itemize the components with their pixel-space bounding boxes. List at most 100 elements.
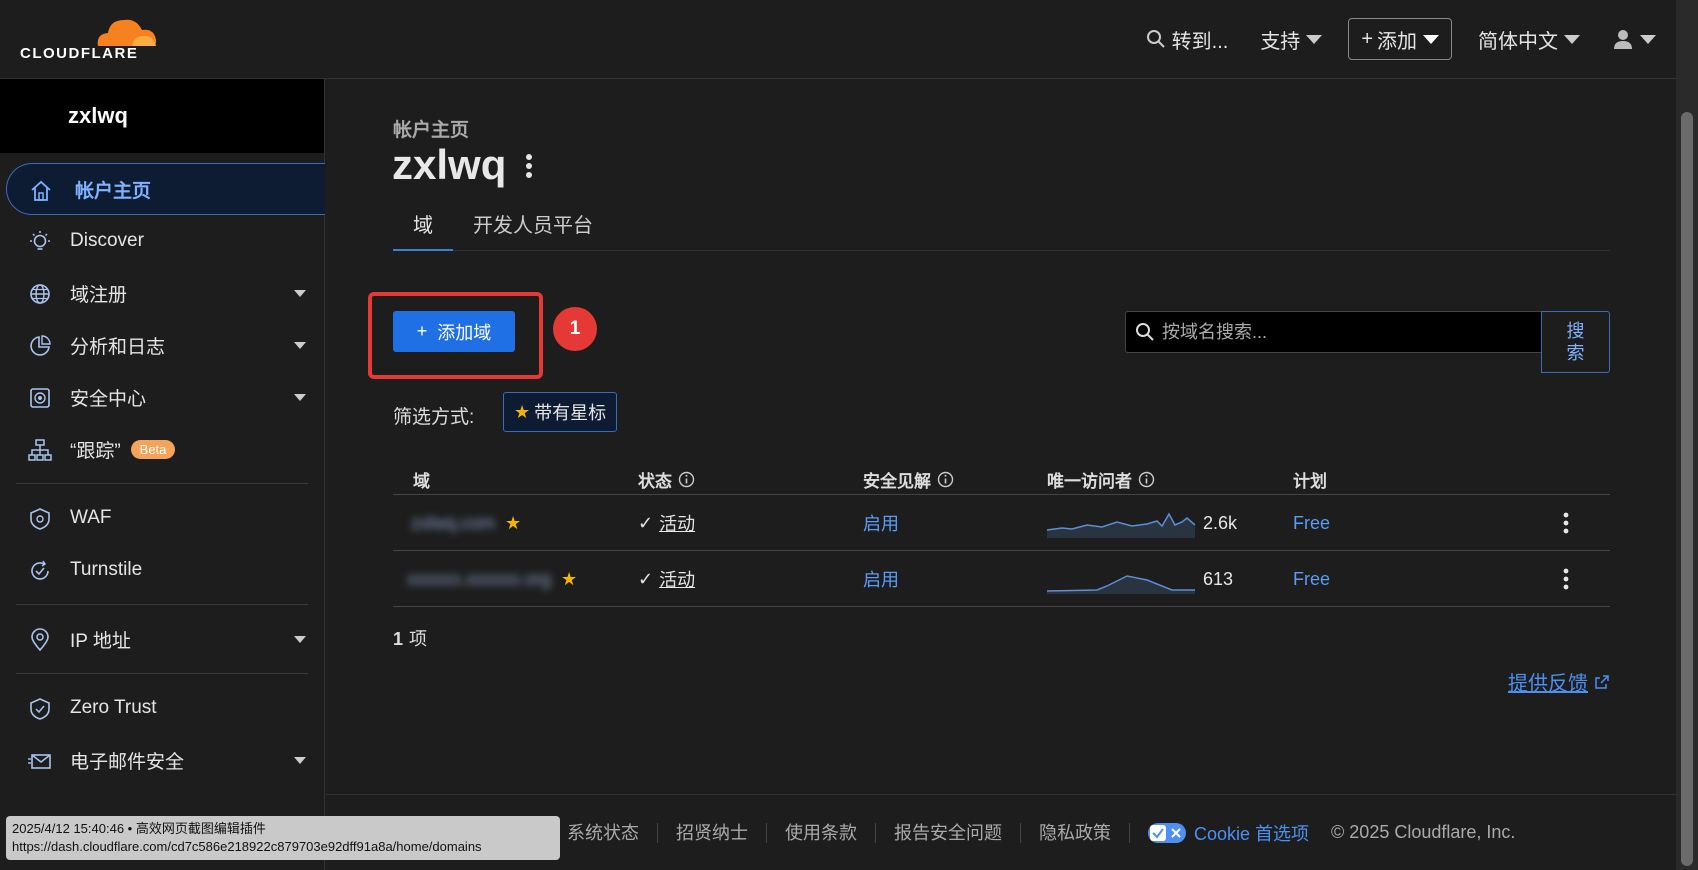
header-label: 状态 (638, 472, 672, 491)
divider (16, 483, 308, 484)
domain-name[interactable]: xxxxxx.xxxxxx.org (407, 569, 551, 590)
sidebar-item-label: IP 地址 (70, 630, 131, 652)
column-header-plan: 计划 (1293, 467, 1327, 492)
sidebar-item-zero-trust[interactable]: Zero Trust (0, 682, 324, 734)
result-count-number: 1 (393, 629, 404, 649)
scrollbar-thumb[interactable] (1681, 112, 1693, 866)
sidebar-item-domain-registration[interactable]: 域注册 (0, 267, 324, 319)
more-options-icon (1563, 512, 1569, 534)
sidebar: zxlwq 帐户主页 Discover 域注册 分析和日志 安全中心 “跟踪” (0, 79, 325, 870)
row-actions[interactable] (1563, 495, 1569, 551)
add-label: 添加 (1377, 30, 1417, 53)
goto-button[interactable]: 转到... (1130, 18, 1245, 60)
header-label: 域 (413, 472, 430, 491)
star-icon[interactable]: ★ (561, 569, 577, 590)
sidebar-item-label: 域注册 (70, 284, 128, 306)
add-domain-label: 添加域 (437, 322, 492, 343)
row-actions[interactable] (1563, 551, 1569, 607)
sidebar-item-label: 分析和日志 (70, 336, 166, 358)
plan-link[interactable]: Free (1293, 495, 1330, 551)
plan-link[interactable]: Free (1293, 551, 1330, 607)
status-text[interactable]: 活动 (659, 566, 695, 592)
page-scrollbar[interactable] (1676, 0, 1698, 870)
waf-shield-icon (30, 508, 50, 530)
sidebar-item-email-security[interactable]: 电子邮件安全 (0, 734, 324, 786)
more-options-icon[interactable] (525, 153, 533, 179)
support-menu[interactable]: 支持 (1244, 18, 1338, 60)
column-header-domain: 域 (413, 467, 430, 492)
sidebar-item-trace[interactable]: “跟踪” Beta (0, 423, 324, 475)
sidebar-item-turnstile[interactable]: Turnstile (0, 544, 324, 596)
search-button[interactable]: 搜索 (1541, 311, 1610, 373)
tab-domains[interactable]: 域 (393, 209, 453, 251)
star-icon: ★ (514, 401, 531, 422)
chevron-down-icon (294, 394, 306, 401)
breadcrumb[interactable]: 帐户主页 (393, 115, 469, 142)
user-menu[interactable] (1596, 18, 1672, 60)
sidebar-item-ip-addresses[interactable]: IP 地址 (0, 613, 324, 665)
info-icon[interactable] (937, 471, 954, 488)
caret-down-icon (1564, 34, 1580, 44)
footer-link-terms[interactable]: 使用条款 (767, 822, 876, 843)
result-count-unit: 项 (409, 629, 428, 649)
footer-link-system-status[interactable]: 系统状态 (549, 822, 658, 843)
sidebar-item-label: Zero Trust (70, 697, 157, 718)
brand-wordmark: CLOUDFLARE (20, 45, 139, 62)
sidebar-item-analytics-logs[interactable]: 分析和日志 (0, 319, 324, 371)
sidebar-item-waf[interactable]: WAF (0, 492, 324, 544)
cloudflare-logo[interactable]: CLOUDFLARE (20, 12, 157, 62)
table-row[interactable]: zxlwq.com ★ ✓ 活动 启用 2.6k Free (393, 495, 1610, 551)
footer-link-careers[interactable]: 招贤纳士 (658, 822, 767, 843)
sidebar-item-label: 电子邮件安全 (70, 751, 185, 773)
star-icon[interactable]: ★ (505, 513, 521, 534)
domain-name[interactable]: zxlwq.com (411, 513, 495, 534)
sidebar-item-account-home[interactable]: 帐户主页 (6, 163, 325, 215)
domain-search: 搜索 (1125, 311, 1610, 373)
starred-filter-chip[interactable]: ★ 带有星标 (503, 392, 618, 432)
result-count: 1项 (393, 625, 427, 651)
more-options-icon (1563, 568, 1569, 590)
add-menu-button[interactable]: + 添加 (1348, 18, 1452, 60)
domain-search-input[interactable] (1125, 311, 1543, 353)
chevron-down-icon (294, 636, 306, 643)
info-icon[interactable] (678, 471, 695, 488)
account-name: zxlwq (68, 103, 128, 128)
language-label: 简体中文 (1478, 30, 1558, 53)
sidebar-item-discover[interactable]: Discover (0, 215, 324, 267)
sidebar-item-security-center[interactable]: 安全中心 (0, 371, 324, 423)
footer-link-report-security[interactable]: 报告安全问题 (876, 822, 1021, 843)
feedback-link[interactable]: 提供反馈 (1508, 667, 1610, 696)
screenshot-tooltip: 2025/4/12 15:40:46 • 高效网页截图编辑插件 https://… (6, 816, 560, 860)
cookie-preferences-link[interactable]: Cookie 首选项 (1130, 820, 1327, 846)
cookie-toggle-icon (1148, 822, 1186, 843)
domains-table: 域 状态 安全见解 唯一访问者 计划 zxlwq.com ★ ✓ 活动 启用 2… (393, 459, 1610, 607)
chevron-down-icon (294, 342, 306, 349)
hierarchy-icon (28, 439, 52, 461)
header-label: 安全见解 (863, 472, 931, 491)
add-domain-button[interactable]: + 添加域 (393, 311, 515, 352)
sidebar-item-label: “跟踪” (70, 440, 121, 462)
home-icon (31, 180, 51, 201)
feedback-label: 提供反馈 (1508, 673, 1588, 695)
status-text[interactable]: 活动 (659, 510, 695, 536)
copyright: © 2025 Cloudflare, Inc. (1331, 822, 1516, 842)
security-insights-link[interactable]: 启用 (863, 551, 899, 607)
account-switcher[interactable]: zxlwq (0, 79, 324, 153)
visitors-sparkline (1047, 512, 1196, 538)
turnstile-icon (31, 560, 49, 580)
table-row[interactable]: xxxxxx.xxxxxx.org ★ ✓ 活动 启用 613 Free (393, 551, 1610, 607)
step-number-badge: 1 (553, 307, 597, 351)
footer-link-privacy[interactable]: 隐私政策 (1021, 822, 1130, 843)
sidebar-item-label: Discover (70, 230, 144, 251)
search-icon (1136, 323, 1154, 341)
filter-label: 筛选方式: (393, 407, 475, 428)
info-icon[interactable] (1138, 471, 1155, 488)
support-label: 支持 (1260, 30, 1301, 53)
security-insights-link[interactable]: 启用 (863, 495, 899, 551)
language-menu[interactable]: 简体中文 (1462, 18, 1596, 60)
tab-developer-platform[interactable]: 开发人员平台 (453, 209, 613, 251)
tooltip-line-1: 2025/4/12 15:40:46 • 高效网页截图编辑插件 (12, 821, 266, 836)
visitors-cell: 613 (1047, 551, 1233, 607)
header-label: 唯一访问者 (1047, 472, 1132, 491)
location-pin-icon (31, 628, 49, 652)
